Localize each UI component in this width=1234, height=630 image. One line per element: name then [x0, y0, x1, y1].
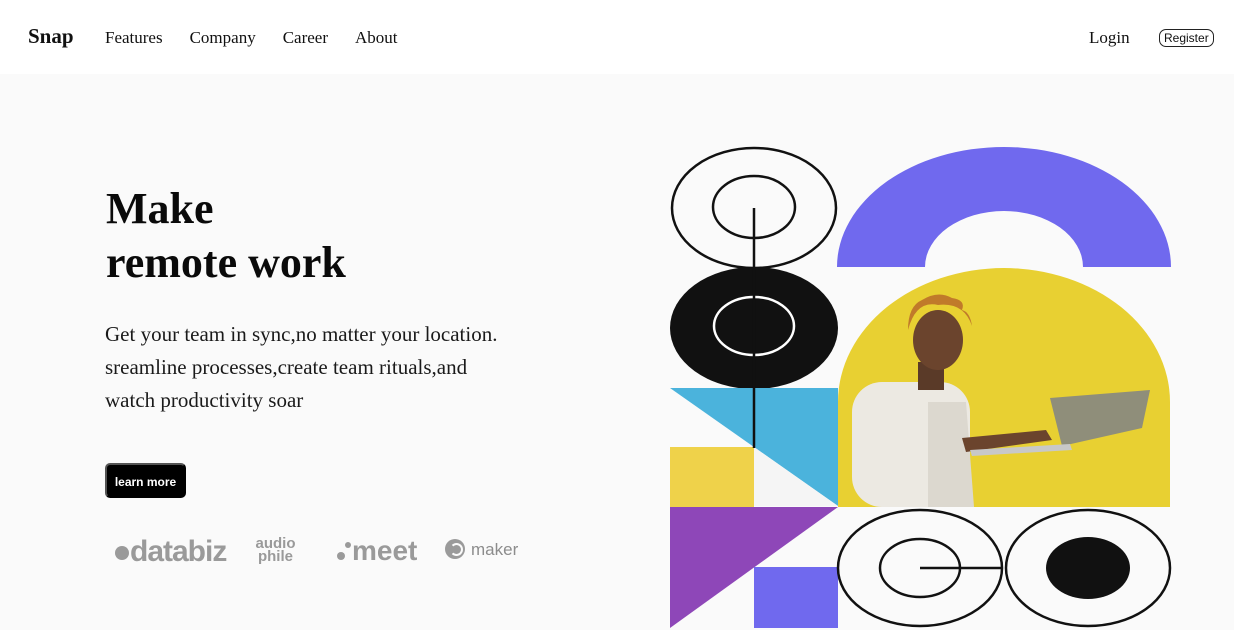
nav-link-company[interactable]: Company: [190, 28, 256, 48]
maker-logo: maker: [445, 539, 518, 560]
site-logo[interactable]: Snap: [28, 24, 74, 49]
databiz-dot-icon: [115, 546, 129, 560]
nav-link-career[interactable]: Career: [283, 28, 328, 48]
purple-arch-shape: [837, 147, 1171, 267]
nav-link-about[interactable]: About: [355, 28, 398, 48]
yellow-square-shape: [670, 447, 754, 507]
top-nav: Snap Features Company Career About Login…: [0, 0, 1234, 74]
meet-logo: meet: [336, 535, 417, 567]
meet-wordmark: meet: [352, 535, 418, 566]
learn-more-button[interactable]: learn more: [105, 463, 186, 498]
client-logos: databiz audio phile meet maker: [115, 531, 535, 577]
login-link[interactable]: Login: [1089, 28, 1130, 48]
databiz-logo: databiz: [115, 535, 227, 569]
nav-link-features[interactable]: Features: [105, 28, 163, 48]
bottom-pill-shapes: [836, 508, 1172, 628]
register-button[interactable]: Register: [1159, 29, 1214, 47]
photo-frame: [838, 268, 1170, 507]
maker-wordmark: maker: [471, 540, 519, 559]
hero-illustration: [670, 146, 1172, 628]
description-line-2: sreamline processes,create team rituals,…: [105, 355, 468, 379]
hero-description: Get your team in sync,no matter your loc…: [105, 318, 575, 417]
audiophile-wordmark-bottom: phile: [257, 548, 293, 565]
hero-headline: Make remote work: [106, 182, 346, 290]
headline-line-2: remote work: [106, 238, 346, 287]
headline-line-1: Make: [106, 184, 214, 233]
maker-icon: [445, 539, 465, 559]
description-line-1: Get your team in sync,no matter your loc…: [105, 322, 498, 346]
purple-square-shape: [754, 567, 838, 628]
audiophile-logo: audio phile: [248, 536, 303, 565]
description-line-3: watch productivity soar: [105, 388, 304, 412]
nav-links: Features Company Career About: [105, 28, 425, 48]
databiz-wordmark: databiz: [130, 535, 227, 568]
meet-dots-icon: [336, 538, 352, 564]
